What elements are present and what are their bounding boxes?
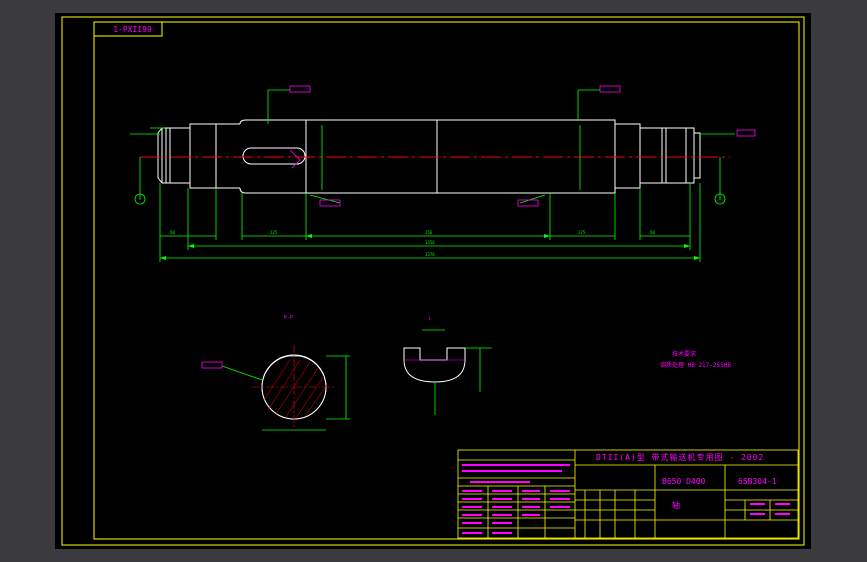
tech-requirements-title: 技术要求 [672, 351, 697, 358]
magenta-callouts [289, 85, 756, 207]
title-block-drawing-no: 65B304-1 [738, 477, 777, 486]
drawing-code-label: 1-PXII99 [113, 25, 152, 34]
title-block-project: DTII(A)型 带式输送机专用图 - 2002 [596, 453, 765, 462]
tech-requirements-line: 调质处理 HB 217-255HB [660, 362, 731, 369]
svg-text:175: 175 [578, 230, 586, 235]
dimension-lines [130, 89, 735, 262]
title-block-spec: B650 D400 [662, 477, 706, 486]
svg-text:50: 50 [650, 230, 655, 235]
dimension-values: 1376 1356 125 175 156 50 50 [170, 230, 655, 257]
key-detail-view: 1- [403, 316, 492, 415]
datum-markers [134, 193, 726, 205]
table-entries [462, 464, 790, 534]
outer-frame [61, 16, 805, 546]
section-label: P-P [284, 315, 293, 321]
section-view: P-P [201, 315, 350, 431]
svg-text:50: 50 [170, 230, 175, 235]
svg-text:125: 125 [270, 230, 278, 235]
svg-text:1356: 1356 [425, 240, 435, 245]
cad-drawing: 1376 1356 125 175 156 50 50 P-P 1- [61, 16, 805, 546]
svg-text:1376: 1376 [425, 252, 435, 257]
svg-text:156: 156 [425, 230, 433, 235]
title-block-part-name: 轴 [672, 501, 680, 510]
detail-label: 1- [428, 316, 433, 321]
title-block [457, 449, 799, 539]
